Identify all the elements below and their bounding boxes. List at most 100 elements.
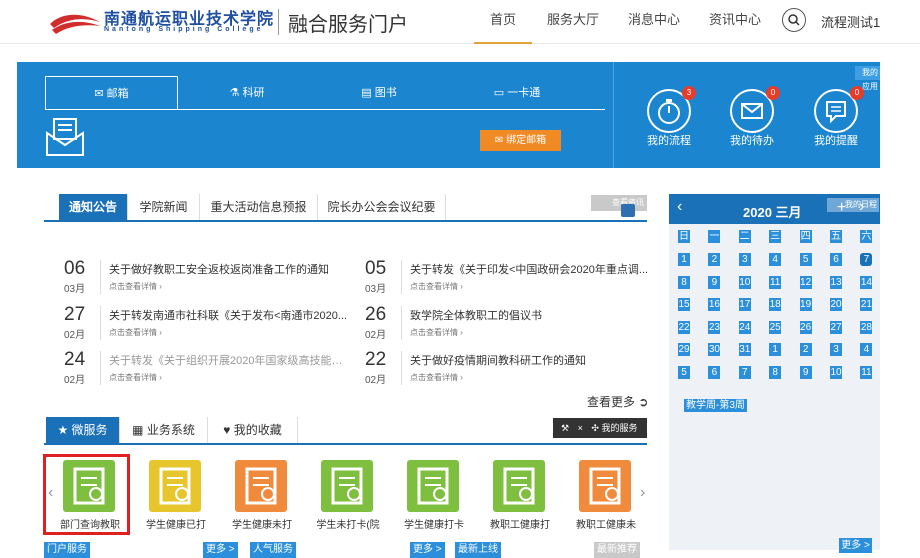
news-item[interactable]: 24 02月 关于转发《关于组织开展2020年国家级高技能人... 点击查看详情…: [64, 349, 349, 389]
calendar-day[interactable]: 23: [708, 320, 721, 334]
calendar-day[interactable]: 1: [678, 253, 690, 266]
calendar-day[interactable]: 27: [830, 320, 842, 334]
news-title[interactable]: 关于做好教职工安全返校返岗准备工作的通知: [109, 261, 349, 277]
news-title[interactable]: 致学院全体教职工的倡议书: [410, 307, 650, 323]
calendar-day[interactable]: 11: [860, 366, 873, 379]
calendar-more-button[interactable]: 更多 >: [839, 538, 872, 553]
tab-business-systems[interactable]: ▦ 业务系统: [120, 417, 208, 443]
calendar-day[interactable]: 4: [860, 343, 873, 357]
calendar-day[interactable]: 7: [860, 253, 873, 266]
portal-services-label[interactable]: 门户服务: [44, 542, 90, 558]
calendar-day[interactable]: 7: [738, 366, 751, 379]
wrench-icon[interactable]: ⚒: [561, 423, 569, 433]
news-item[interactable]: 22 02月 关于做好疫情期间教科研工作的通知 点击查看详情 ›: [365, 349, 645, 389]
calendar-day[interactable]: 13: [830, 275, 842, 289]
next-service-icon[interactable]: ›: [640, 484, 645, 502]
news-detail-link[interactable]: 点击查看详情 ›: [109, 372, 162, 383]
tab-notices[interactable]: 通知公告: [59, 194, 128, 220]
tab-mail[interactable]: ✉ 邮箱: [45, 76, 178, 110]
tab-major-events[interactable]: 重大活动信息预报: [200, 194, 318, 220]
college-logo[interactable]: 南通航运职业技术学院 Nantong Shipping College: [48, 6, 274, 38]
news-title[interactable]: 关于做好疫情期间教科研工作的通知: [410, 352, 650, 368]
recommend-overlay[interactable]: 最新推荐: [594, 542, 640, 558]
calendar-day[interactable]: 5: [799, 253, 812, 266]
calendar-day[interactable]: 10: [738, 275, 751, 289]
popular-more-button[interactable]: 更多 >: [410, 542, 445, 558]
tab-college-news[interactable]: 学院新闻: [128, 194, 200, 220]
my-todo-label[interactable]: 我的待办: [722, 132, 782, 148]
calendar-day[interactable]: 4: [769, 253, 782, 266]
move-icon[interactable]: ✣: [591, 423, 599, 433]
calendar-day[interactable]: 6: [708, 366, 721, 379]
close-icon[interactable]: ×: [578, 423, 583, 433]
news-detail-link[interactable]: 点击查看详情 ›: [410, 281, 463, 292]
calendar-day[interactable]: 31: [738, 343, 751, 357]
calendar-day[interactable]: 8: [678, 275, 690, 289]
calendar-day[interactable]: 18: [769, 298, 782, 312]
calendar-day[interactable]: 2: [799, 343, 812, 357]
calendar-day[interactable]: 30: [708, 343, 721, 357]
calendar-day[interactable]: 24: [738, 320, 751, 334]
calendar-day[interactable]: 16: [708, 298, 721, 312]
user-name[interactable]: 流程测试1: [821, 12, 880, 31]
news-title[interactable]: 关于转发南通市社科联《关于发布<南通市2020...: [109, 307, 349, 323]
news-item[interactable]: 27 02月 关于转发南通市社科联《关于发布<南通市2020... 点击查看详情…: [64, 304, 347, 344]
calendar-day[interactable]: 9: [708, 275, 721, 289]
calendar-day[interactable]: 26: [799, 320, 812, 334]
my-flow-label[interactable]: 我的流程: [639, 132, 699, 148]
add-event-icon[interactable]: +: [837, 199, 846, 217]
tab-library[interactable]: ▤ 图书: [339, 76, 419, 110]
calendar-day[interactable]: 8: [769, 366, 782, 379]
calendar-day[interactable]: 9: [799, 366, 812, 379]
tab-micro-services[interactable]: ★ 微服务: [46, 417, 120, 443]
calendar-day[interactable]: 25: [769, 320, 782, 334]
calendar-day[interactable]: 12: [799, 275, 812, 289]
calendar-day[interactable]: 6: [830, 253, 842, 266]
nav-info-center[interactable]: 资讯中心: [707, 0, 763, 44]
view-info-overlay[interactable]: 查看资讯: [591, 195, 647, 211]
calendar-day[interactable]: 3: [738, 253, 751, 266]
news-detail-link[interactable]: 点击查看详情 ›: [109, 281, 162, 292]
calendar-day[interactable]: 11: [769, 275, 782, 289]
calendar-day[interactable]: 2: [708, 253, 721, 266]
news-item[interactable]: 05 03月 关于转发《关于印发<中国政研会2020年重点调... 点击查看详情…: [365, 258, 648, 298]
calendar-day[interactable]: 3: [830, 343, 842, 357]
nav-message-center[interactable]: 消息中心: [626, 0, 682, 44]
prev-month-icon[interactable]: ‹: [677, 198, 682, 216]
portal-more-button[interactable]: 更多 >: [203, 542, 238, 558]
calendar-day[interactable]: 22: [678, 320, 690, 334]
calendar-day[interactable]: 15: [678, 298, 690, 312]
my-schedule-overlay[interactable]: 我的日程: [827, 198, 879, 212]
see-more-link[interactable]: 查看更多 ➲: [587, 393, 648, 410]
calendar-day[interactable]: 29: [678, 343, 690, 357]
calendar-day[interactable]: 17: [738, 298, 751, 312]
tab-meeting-minutes[interactable]: 院长办公会会议纪要: [318, 194, 446, 220]
calendar-day[interactable]: 19: [799, 298, 812, 312]
news-item[interactable]: 06 03月 关于做好教职工安全返校返岗准备工作的通知 点击查看详情 ›: [64, 258, 344, 298]
calendar-day[interactable]: 14: [860, 275, 873, 289]
my-apps-button[interactable]: 我的应用: [855, 66, 880, 91]
calendar-day[interactable]: 20: [830, 298, 842, 312]
popular-services-label[interactable]: 人气服务: [250, 542, 296, 558]
calendar-day[interactable]: 21: [860, 298, 873, 312]
calendar-day[interactable]: 1: [769, 343, 782, 357]
rss-icon[interactable]: [621, 204, 635, 217]
news-title[interactable]: 关于转发《关于组织开展2020年国家级高技能人...: [109, 352, 349, 368]
next-month-icon[interactable]: ›: [859, 198, 864, 216]
calendar-day[interactable]: 28: [860, 320, 873, 334]
newest-label[interactable]: 最新上线: [455, 542, 501, 558]
calendar-day[interactable]: 5: [678, 366, 690, 379]
my-reminder-label[interactable]: 我的提醒: [806, 132, 866, 148]
tab-research[interactable]: ⚗ 科研: [207, 76, 287, 110]
nav-home[interactable]: 首页: [474, 0, 532, 44]
nav-service-hall[interactable]: 服务大厅: [545, 0, 601, 44]
search-button[interactable]: [782, 8, 806, 32]
bind-mail-button[interactable]: ✉ 绑定邮箱: [480, 130, 561, 151]
news-item[interactable]: 26 02月 致学院全体教职工的倡议书 点击查看详情 ›: [365, 304, 645, 344]
tab-card[interactable]: ▭ 一卡通: [477, 76, 557, 110]
news-detail-link[interactable]: 点击查看详情 ›: [410, 327, 463, 338]
news-detail-link[interactable]: 点击查看详情 ›: [410, 372, 463, 383]
news-detail-link[interactable]: 点击查看详情 ›: [109, 327, 162, 338]
news-title[interactable]: 关于转发《关于印发<中国政研会2020年重点调...: [410, 261, 650, 277]
calendar-day[interactable]: 10: [830, 366, 842, 379]
